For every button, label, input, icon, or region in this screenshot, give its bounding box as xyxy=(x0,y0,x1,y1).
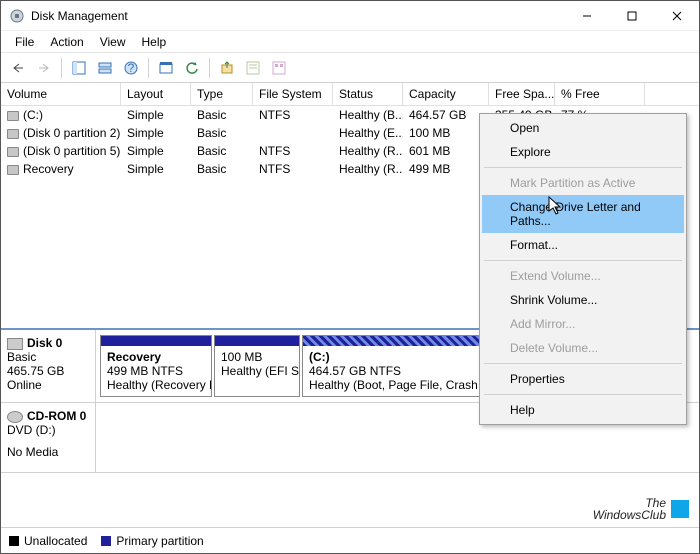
legend: Unallocated Primary partition xyxy=(1,527,699,553)
app-icon xyxy=(9,8,25,24)
svg-text:?: ? xyxy=(128,61,135,75)
disk-icon xyxy=(7,338,23,350)
help-button[interactable]: ? xyxy=(120,57,142,79)
menu-view[interactable]: View xyxy=(92,33,134,51)
toolbar-icon[interactable] xyxy=(268,57,290,79)
context-menu-item[interactable]: Properties xyxy=(482,367,684,391)
menu-help[interactable]: Help xyxy=(134,33,175,51)
context-menu-item[interactable]: Explore xyxy=(482,140,684,164)
column-header[interactable]: Type xyxy=(191,83,253,105)
context-menu-item: Delete Volume... xyxy=(482,336,684,360)
volume-icon xyxy=(7,147,19,157)
volume-icon xyxy=(7,129,19,139)
disk-state: Online xyxy=(7,378,89,392)
context-menu-item: Extend Volume... xyxy=(482,264,684,288)
context-menu-item[interactable]: Change Drive Letter and Paths... xyxy=(482,195,684,233)
column-header[interactable]: Layout xyxy=(121,83,191,105)
volume-icon xyxy=(7,111,19,121)
disk-name: Disk 0 xyxy=(27,336,62,350)
toolbar-icon[interactable] xyxy=(155,57,177,79)
back-button[interactable] xyxy=(7,57,29,79)
context-menu-item: Mark Partition as Active xyxy=(482,171,684,195)
toolbar-icon[interactable] xyxy=(68,57,90,79)
toolbar-icon[interactable] xyxy=(94,57,116,79)
column-header[interactable]: File System xyxy=(253,83,333,105)
minimize-button[interactable] xyxy=(564,1,609,31)
disk-type: Basic xyxy=(7,350,89,364)
partition[interactable]: Recovery499 MB NTFSHealthy (Recovery Pa xyxy=(100,335,212,397)
forward-button[interactable] xyxy=(33,57,55,79)
cdrom-name: CD-ROM 0 xyxy=(27,409,86,423)
legend-item: Primary partition xyxy=(101,534,203,548)
column-header[interactable]: % Free xyxy=(555,83,645,105)
toolbar-icon[interactable] xyxy=(242,57,264,79)
title-bar: Disk Management xyxy=(1,1,699,31)
column-header[interactable]: Free Spa... xyxy=(489,83,555,105)
toolbar-icon[interactable] xyxy=(216,57,238,79)
legend-item: Unallocated xyxy=(9,534,87,548)
close-button[interactable] xyxy=(654,1,699,31)
volume-icon xyxy=(7,165,19,175)
context-menu-item[interactable]: Format... xyxy=(482,233,684,257)
window-title: Disk Management xyxy=(31,9,564,23)
column-header[interactable]: Capacity xyxy=(403,83,489,105)
refresh-button[interactable] xyxy=(181,57,203,79)
column-header[interactable]: Status xyxy=(333,83,403,105)
column-header[interactable]: Volume xyxy=(1,83,121,105)
partition[interactable]: 100 MBHealthy (EFI Sy xyxy=(214,335,300,397)
cdrom-icon xyxy=(7,411,23,423)
cdrom-sub: DVD (D:) xyxy=(7,423,89,437)
toolbar: ? xyxy=(1,53,699,83)
maximize-button[interactable] xyxy=(609,1,654,31)
menu-action[interactable]: Action xyxy=(42,33,91,51)
context-menu-item: Add Mirror... xyxy=(482,312,684,336)
menu-bar: FileActionViewHelp xyxy=(1,31,699,53)
menu-file[interactable]: File xyxy=(7,33,42,51)
watermark: TheWindowsClub xyxy=(593,497,689,521)
disk-size: 465.75 GB xyxy=(7,364,89,378)
cdrom-state: No Media xyxy=(7,445,89,459)
context-menu: OpenExplore Mark Partition as ActiveChang… xyxy=(479,113,687,425)
context-menu-item[interactable]: Help xyxy=(482,398,684,422)
context-menu-item[interactable]: Shrink Volume... xyxy=(482,288,684,312)
context-menu-item[interactable]: Open xyxy=(482,116,684,140)
